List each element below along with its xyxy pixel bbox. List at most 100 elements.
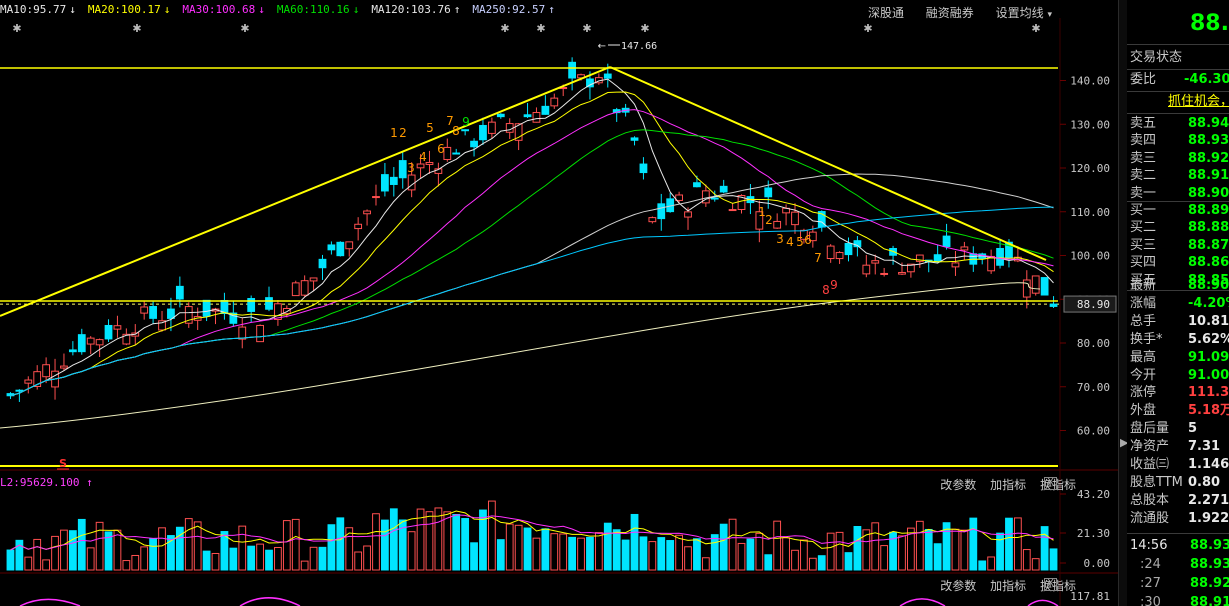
ma-legend-item: MA250:92.57 ↑ [472,3,560,16]
candle [487,117,496,139]
volume-bar [193,521,202,571]
volume-bar [630,513,639,571]
banner-row[interactable]: 抓住机会， [1130,93,1229,111]
indicator-add-indicator[interactable]: 加指标 [990,579,1026,593]
candle-body [318,258,327,269]
stat-row-label: 盘后量 [1130,421,1170,437]
banner-text[interactable]: 抓住机会， [1168,93,1229,111]
candle-body [363,210,371,215]
volume-bar [853,525,862,571]
link-shenguotong[interactable]: 深股通 [868,6,904,20]
indicator-edit-params[interactable]: 改参数 [940,579,976,593]
candle [1022,270,1031,309]
trend-line [609,66,1047,261]
candle-body [461,129,470,132]
tick-time: 14:56 [1130,538,1168,553]
kline-chart-area[interactable]: 140.00 130.00 120.00 110.00 100.00 9 0.00 80.00… [0,0,1118,606]
ask-row-value: 88.92 [1188,150,1229,166]
sequence-count-label: 4 [419,150,427,164]
candle [880,267,889,277]
volume-bar [452,513,461,571]
stat-row-label: 今开 [1130,367,1157,383]
bid-row: 买四 88.86 [1130,254,1229,272]
volume-bar [532,537,541,571]
sequence-count-label: 6 [804,233,812,247]
volume-bar [871,522,880,571]
volume-bar [113,529,122,571]
volume-close-button[interactable]: X [1044,477,1057,490]
volume-bar [77,518,86,571]
ma-legend-text: MA120:103.76 [371,3,451,16]
candle-body [202,299,211,317]
volume-ma-line [10,510,1054,551]
link-margin-trading[interactable]: 融资融券 [926,6,974,20]
volume-bar [719,523,728,571]
candle-body [345,241,354,250]
candle [630,136,639,146]
top-links: 深股通 融资融券 设置均线 ▾ [850,4,1052,21]
candle-body [523,114,532,118]
volume-edit-params[interactable]: 改参数 [940,478,976,492]
candle [24,376,33,394]
arrow-down-icon: ↓ [352,3,360,16]
stat-row-value: 91.00 [1188,367,1229,383]
divider [1127,533,1229,534]
volume-axis-label: 0.00 [1084,557,1111,570]
volume-bar [826,532,835,571]
candle-body [443,146,452,161]
ma-legend-item: MA30:100.68 ↓ [182,3,270,16]
stat-row-label: 总股本 [1130,492,1170,508]
volume-bar [95,521,104,571]
volume-bar [639,536,648,571]
candle [675,191,683,204]
volume-bar [746,538,755,571]
price-axis-label: 80.00 [1077,337,1110,350]
ask-row-label: 卖三 [1130,150,1157,166]
candle-body [291,282,300,297]
ask-row: 卖一 88.90 [1130,185,1229,203]
candle [336,241,345,257]
volume-bar [300,560,309,571]
candle-body [1040,277,1049,296]
link-ma-settings[interactable]: 设置均线 ▾ [996,6,1052,20]
volume-bar [1013,517,1022,571]
volume-bar [987,556,996,571]
sequence-count-label: 7 [814,251,822,265]
volume-bar [372,513,380,571]
candle [826,244,835,263]
candle [514,122,523,151]
moving-average-line [10,173,1054,397]
indicator-line [19,597,1059,606]
ma-legend-item: MA20:100.17 ↓ [88,3,176,16]
candle [666,193,675,213]
volume-bar [586,536,594,571]
candle-body [327,244,336,251]
stat-row-value: 111.36 [1188,385,1229,401]
star-marker-icon: ✱ [1031,22,1040,35]
volume-bar [568,536,577,571]
sequence-count-label: 6 [437,142,445,156]
indicator-close-button[interactable]: X [1044,578,1057,591]
candle-body [479,124,487,141]
candle-body [844,242,853,256]
candle-body [113,325,122,330]
stat-row-value: -4.20% [1188,295,1229,311]
candle [398,152,407,189]
candle [77,328,86,355]
volume-bar [381,519,389,571]
candle [835,251,844,264]
candle-body [880,272,889,275]
weibi-label: 委比 [1130,72,1157,87]
volume-bar [291,518,300,571]
ask-row-value: 88.93 [1188,133,1229,149]
candle [907,263,915,278]
candle-body [68,349,77,353]
volume-bar [6,549,15,571]
kline-chart-svg[interactable]: 140.00 130.00 120.00 110.00 100.00 9 0.00 80.00… [0,0,1118,606]
stat-row-label: 外盘 [1130,403,1157,419]
stat-row: 流通股 1.922亿 [1130,510,1229,528]
volume-add-indicator[interactable]: 加指标 [990,478,1026,492]
price-axis-label: 100.00 [1070,250,1110,263]
divider [1127,44,1229,45]
candle [942,223,951,250]
